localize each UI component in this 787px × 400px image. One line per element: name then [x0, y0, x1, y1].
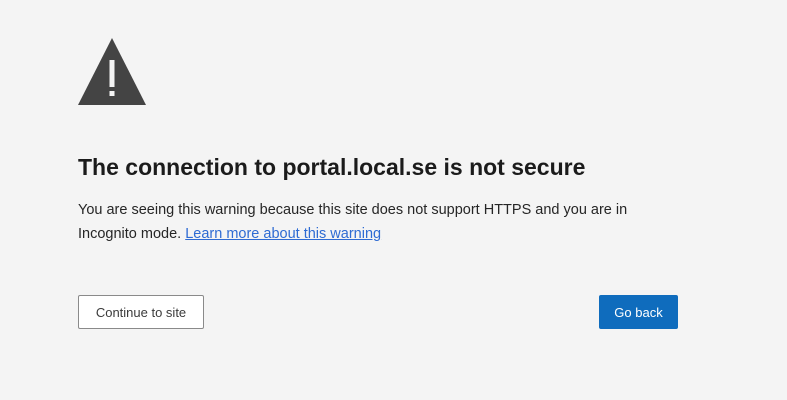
warning-triangle-icon: [78, 38, 146, 105]
go-back-button[interactable]: Go back: [599, 295, 678, 329]
continue-to-site-button[interactable]: Continue to site: [78, 295, 204, 329]
learn-more-link[interactable]: Learn more about this warning: [185, 226, 381, 242]
page-title: The connection to portal.local.se is not…: [78, 154, 586, 180]
warning-message: You are seeing this warning because this…: [78, 198, 678, 246]
security-warning-page: The connection to portal.local.se is not…: [0, 0, 787, 400]
